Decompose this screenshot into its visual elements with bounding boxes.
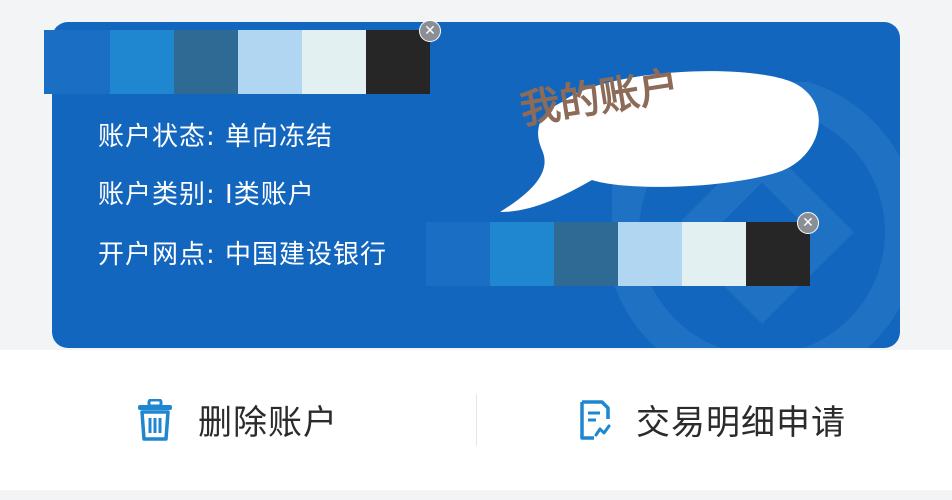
mosaic-tile xyxy=(302,30,366,94)
action-bar: 删除账户 交易明细申请 xyxy=(0,350,952,490)
redaction-mosaic-top xyxy=(44,30,430,94)
delete-account-button[interactable]: 删除账户 xyxy=(136,395,338,444)
account-page: 账户状态: 单向冻结 账户类别: Ⅰ类账户 开户网点: 中国建设银行 我的账户 … xyxy=(0,0,952,500)
action-divider xyxy=(476,394,477,446)
mosaic-tile xyxy=(554,222,618,286)
mosaic-tile xyxy=(618,222,682,286)
mosaic-tile xyxy=(366,30,430,94)
mosaic-tile xyxy=(238,30,302,94)
mosaic-tile xyxy=(44,30,110,94)
account-type: 账户类别: Ⅰ类账户 xyxy=(98,180,315,210)
mosaic-tile xyxy=(490,222,554,286)
document-icon xyxy=(580,399,611,440)
account-status: 账户状态: 单向冻结 xyxy=(98,122,334,152)
transaction-detail-request-button[interactable]: 交易明细申请 xyxy=(578,395,846,444)
mosaic-tile xyxy=(110,30,174,94)
mosaic-tile xyxy=(426,222,490,286)
close-icon[interactable]: ✕ xyxy=(419,20,441,42)
account-branch: 开户网点: 中国建设银行 xyxy=(98,240,388,270)
delete-account-label: 删除账户 xyxy=(198,403,338,443)
transaction-detail-request-label: 交易明细申请 xyxy=(636,403,846,443)
redaction-mosaic-bottom xyxy=(426,222,810,286)
trash-icon xyxy=(138,398,172,441)
mosaic-tile xyxy=(682,222,746,286)
close-icon[interactable]: ✕ xyxy=(797,212,819,234)
mosaic-tile xyxy=(174,30,238,94)
